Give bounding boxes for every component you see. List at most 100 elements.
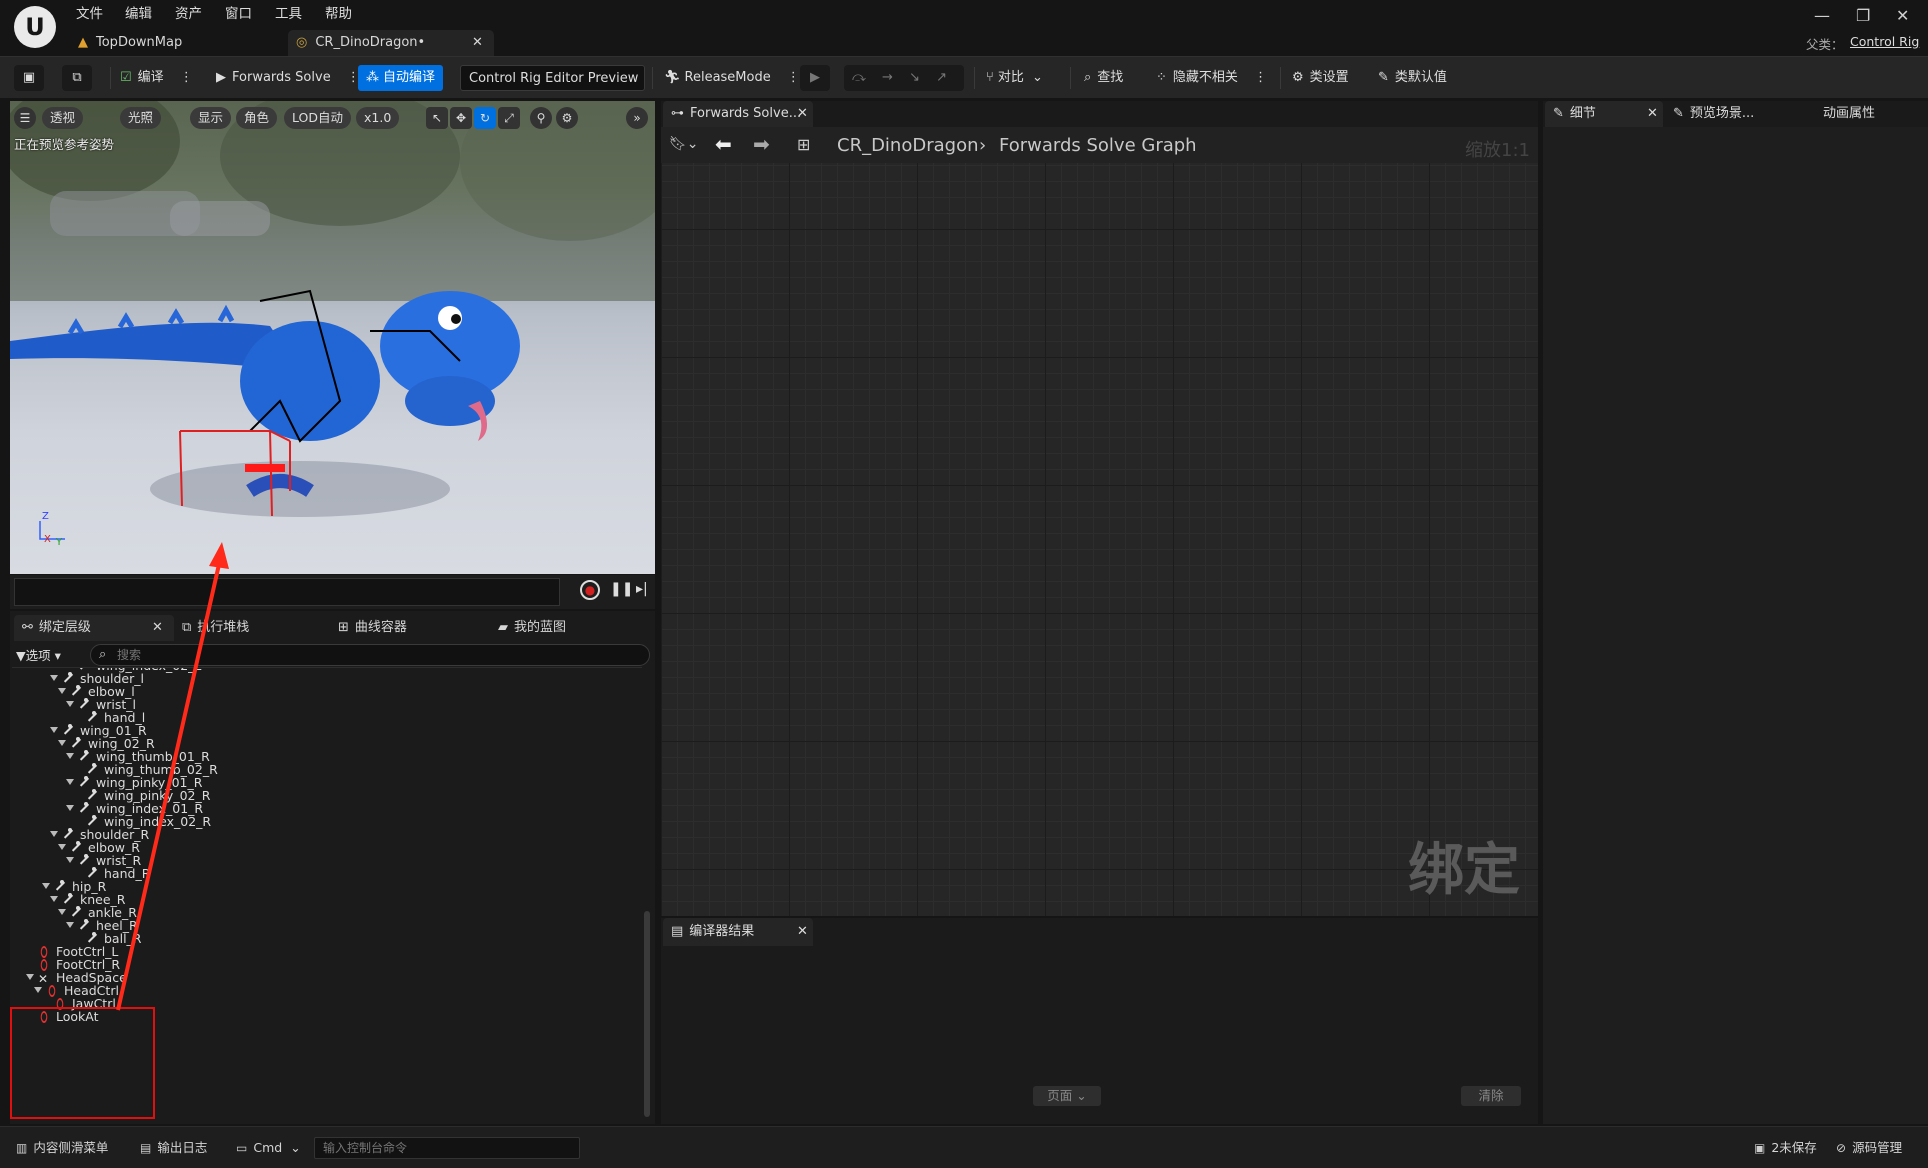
lod-button[interactable]: LOD自动 <box>284 107 351 129</box>
resume-debug-icon[interactable]: ▶ <box>800 65 830 91</box>
tab-rig-hierarchy[interactable]: ⚯ 绑定层级 ✕ <box>14 615 174 641</box>
menu-help[interactable]: 帮助 <box>325 2 352 22</box>
tab-preview-scene[interactable]: ✎ 预览场景... <box>1673 101 1754 127</box>
expand-arrow-icon[interactable] <box>26 974 34 980</box>
expand-arrow-icon[interactable] <box>58 740 66 746</box>
release-options-icon[interactable]: ⋮ <box>787 70 800 85</box>
menu-file[interactable]: 文件 <box>76 2 103 22</box>
expand-arrow-icon[interactable] <box>58 844 66 850</box>
expand-arrow-icon[interactable] <box>50 896 58 902</box>
tab-details[interactable]: ✎ 细节 ✕ <box>1545 101 1663 127</box>
unreal-logo-icon[interactable]: U <box>14 6 56 48</box>
expand-arrow-icon[interactable] <box>66 753 74 759</box>
console-command-box[interactable] <box>314 1137 580 1159</box>
bookmark-icon[interactable]: 🔖︎⌄ <box>669 136 699 152</box>
step-forward-icon[interactable]: ▸| <box>636 581 648 597</box>
source-control-button[interactable]: ⊘ 源码管理 <box>1836 1137 1902 1159</box>
preview-dropdown[interactable]: Control Rig Editor Preview ⌄ <box>460 65 645 112</box>
expand-arrow-icon[interactable] <box>66 922 74 928</box>
expand-arrow-icon[interactable] <box>58 909 66 915</box>
restore-icon[interactable]: ❐ <box>1856 6 1870 25</box>
release-mode-button[interactable]: 🏃︎ ReleaseMode ⋮ <box>664 65 800 91</box>
back-arrow-icon[interactable]: ⬅ <box>715 132 732 156</box>
tab-my-blueprint[interactable]: ▰ 我的蓝图 <box>498 615 566 641</box>
console-command-input[interactable] <box>315 1138 579 1158</box>
settings-icon[interactable]: ⚙ <box>556 107 578 129</box>
options-dropdown[interactable]: ▼选项 ▾ <box>16 647 61 665</box>
cmd-dropdown[interactable]: ▭ Cmd ⌄ <box>236 1137 301 1159</box>
expand-arrow-icon[interactable] <box>42 883 50 889</box>
parent-class-link[interactable]: Control Rig <box>1850 34 1919 49</box>
tab-curve-container[interactable]: ⊞ 曲线容器 <box>338 615 407 641</box>
output-log-button[interactable]: ▤ 输出日志 <box>140 1137 207 1159</box>
breadcrumb-graph[interactable]: Forwards Solve Graph <box>999 135 1197 156</box>
expand-arrow-icon[interactable] <box>50 727 58 733</box>
viewport[interactable]: Z X Y ☰ 透视 光照 显示 角色 LOD自动 x1.0 ↖ ✥ ↻ ⤢ ⚲… <box>10 101 655 574</box>
search-input[interactable] <box>117 646 637 664</box>
show-button[interactable]: 显示 <box>190 107 232 129</box>
class-settings-button[interactable]: ⚙ 类设置 <box>1292 65 1349 91</box>
expand-arrow-icon[interactable] <box>50 831 58 837</box>
perspective-button[interactable]: 透视 <box>42 107 84 129</box>
close-icon[interactable]: ✕ <box>797 918 808 946</box>
step-down-icon[interactable]: ↘ <box>909 70 920 85</box>
breadcrumb-root[interactable]: CR_DinoDragon <box>837 135 979 156</box>
find-button[interactable]: ⌕ 查找 <box>1084 65 1123 91</box>
menu-edit[interactable]: 编辑 <box>125 2 152 22</box>
unsaved-button[interactable]: ▣ 2未保存 <box>1754 1137 1817 1159</box>
expand-arrow-icon[interactable] <box>66 701 74 707</box>
close-icon[interactable]: ✕ <box>797 101 808 127</box>
character-button[interactable]: 角色 <box>236 107 278 129</box>
expand-arrow-icon[interactable] <box>34 987 42 993</box>
timeline-track[interactable] <box>14 578 560 606</box>
skeleton-view-icon[interactable]: ⚲ <box>530 107 552 129</box>
tab-cr-dinodragon[interactable]: ◎ CR_DinoDragon• ✕ <box>288 30 494 56</box>
minimize-icon[interactable]: — <box>1814 6 1830 25</box>
auto-compile-toggle[interactable]: ⁂ 自动编译 <box>358 65 444 91</box>
close-icon[interactable]: ✕ <box>472 30 483 56</box>
expand-arrow-icon[interactable] <box>50 675 58 681</box>
menu-tools[interactable]: 工具 <box>275 2 302 22</box>
content-drawer-button[interactable]: ▥ 内容侧滑菜单 <box>16 1137 108 1159</box>
page-dropdown[interactable]: 页面 ⌄ <box>1033 1086 1101 1106</box>
menu-asset[interactable]: 资产 <box>175 2 202 22</box>
tree-scrollbar[interactable] <box>644 911 650 1117</box>
compile-options-icon[interactable]: ⋮ <box>180 70 193 85</box>
hide-options-icon[interactable]: ⋮ <box>1254 70 1267 85</box>
diff-button[interactable]: ⑂ 对比 ⌄ <box>986 65 1043 91</box>
step-out-icon[interactable]: ↗ <box>936 70 947 85</box>
rotate-icon[interactable]: ↻ <box>474 107 496 129</box>
pause-icon[interactable]: ❚❚ <box>610 581 633 597</box>
debug-step-buttons[interactable]: ⤼ → ↘ ↗ <box>844 65 964 91</box>
close-icon[interactable]: ✕ <box>152 615 163 641</box>
forwards-solve-button[interactable]: ▶ Forwards Solve ⋮ <box>216 65 360 91</box>
expand-arrow-icon[interactable] <box>66 805 74 811</box>
step-into-icon[interactable]: → <box>882 70 893 85</box>
tab-anim-attributes[interactable]: 动画属性 <box>1823 101 1875 127</box>
scale-icon[interactable]: ⤢ <box>498 107 520 129</box>
menu-window[interactable]: 窗口 <box>225 2 252 22</box>
graph-editor[interactable]: 绑定 <box>661 101 1538 916</box>
save-icon[interactable]: ▣ <box>14 65 44 91</box>
clear-button[interactable]: 清除 <box>1461 1086 1521 1106</box>
search-box[interactable]: ⌕ <box>90 644 650 666</box>
expand-arrow-icon[interactable] <box>66 857 74 863</box>
tab-execution-stack[interactable]: ⧉ 执行堆栈 <box>182 615 249 641</box>
close-icon[interactable]: ✕ <box>1647 101 1658 127</box>
expand-arrow-icon[interactable] <box>66 779 74 785</box>
step-over-icon[interactable]: ⤼ <box>852 70 866 85</box>
record-icon[interactable]: ● <box>580 580 600 600</box>
select-mode-icon[interactable]: ↖ <box>426 107 448 129</box>
viewport-menu-icon[interactable]: ☰ <box>14 107 36 129</box>
forward-arrow-icon[interactable]: ➡ <box>753 132 770 156</box>
compile-button[interactable]: ☑ 编译 ⋮ <box>120 65 193 91</box>
expand-arrow-icon[interactable] <box>66 667 74 668</box>
expand-toolbar-icon[interactable]: » <box>626 107 648 129</box>
translate-icon[interactable]: ✥ <box>450 107 472 129</box>
tab-topdownmap[interactable]: ▲ TopDownMap <box>78 30 278 56</box>
class-defaults-button[interactable]: ✎ 类默认值 <box>1378 65 1447 91</box>
playback-speed-button[interactable]: x1.0 <box>356 107 400 129</box>
expand-arrow-icon[interactable] <box>58 688 66 694</box>
close-window-icon[interactable]: ✕ <box>1896 6 1909 25</box>
browse-icon[interactable]: ⧉ <box>62 65 92 91</box>
